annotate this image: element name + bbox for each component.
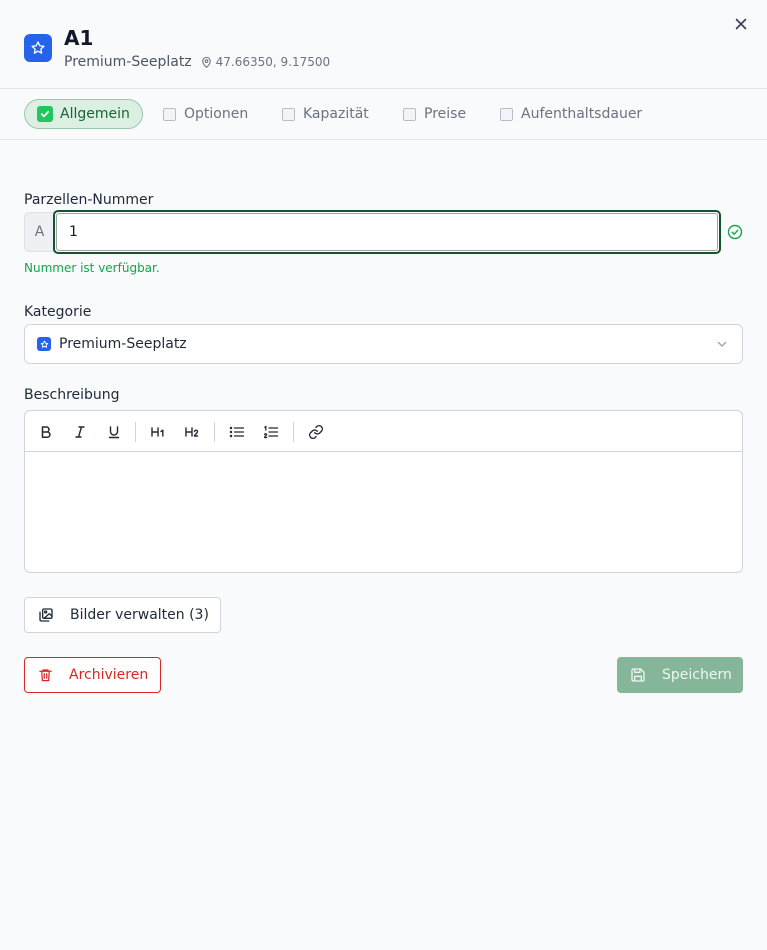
toolbar-divider [293, 422, 294, 442]
number-input[interactable]: 1 [53, 210, 721, 254]
close-icon [735, 18, 747, 30]
italic-button[interactable] [69, 421, 91, 443]
tab-label: Optionen [184, 106, 249, 122]
close-button[interactable] [731, 14, 751, 34]
checkbox-empty-icon [282, 107, 295, 121]
save-button[interactable]: Speichern [617, 657, 743, 693]
coordinates: 47.66350, 9.17500 [200, 55, 331, 69]
subtitle: Premium-Seeplatz 47.66350, 9.17500 [64, 54, 330, 70]
checkbox-empty-icon [403, 107, 416, 121]
manage-images-button[interactable]: Bilder verwalten (3) [24, 597, 221, 633]
number-label: Parzellen-Nummer [24, 192, 154, 208]
tab-optionen[interactable]: Optionen [151, 99, 260, 129]
category-label: Kategorie [24, 304, 92, 320]
toolbar-divider [214, 422, 215, 442]
link-button[interactable] [305, 421, 327, 443]
description-editor [24, 410, 743, 573]
star-icon [37, 337, 51, 351]
tab-bar: Allgemein Optionen Kapazität Preise Aufe… [0, 89, 767, 140]
toolbar-divider [135, 422, 136, 442]
underline-icon [108, 426, 120, 439]
checkbox-empty-icon [500, 107, 513, 121]
bullet-list-icon [229, 426, 245, 438]
bold-button[interactable] [35, 421, 57, 443]
tab-preise[interactable]: Preise [391, 99, 478, 129]
check-icon [37, 106, 53, 122]
bullet-list-button[interactable] [226, 421, 248, 443]
ordered-list-button[interactable] [260, 421, 282, 443]
number-availability-text: Nummer ist verfügbar. [24, 261, 160, 275]
archive-label: Archivieren [69, 667, 149, 683]
star-icon [31, 41, 45, 54]
save-label: Speichern [662, 667, 732, 683]
tab-label: Allgemein [60, 106, 130, 122]
map-pin-icon [201, 56, 211, 68]
link-icon [309, 425, 323, 439]
category-badge [24, 34, 52, 62]
heading-2-button[interactable] [181, 421, 203, 443]
tab-allgemein[interactable]: Allgemein [24, 99, 143, 129]
bold-icon [41, 426, 51, 438]
description-textarea[interactable] [25, 452, 742, 572]
manage-images-label: Bilder verwalten (3) [70, 607, 209, 623]
tab-label: Aufenthaltsdauer [521, 106, 643, 122]
dialog-header: A1 Premium-Seeplatz 47.66350, 9.17500 [0, 0, 767, 89]
tab-label: Preise [424, 106, 467, 122]
category-select[interactable]: Premium-Seeplatz [24, 324, 743, 364]
heading-1-button[interactable] [147, 421, 169, 443]
page-title: A1 [64, 26, 94, 50]
coordinates-text: 47.66350, 9.17500 [215, 55, 331, 69]
heading-1-icon [151, 427, 164, 437]
tab-aufenthaltsdauer[interactable]: Aufenthaltsdauer [488, 99, 654, 129]
archive-button[interactable]: Archivieren [24, 657, 161, 693]
category-select-value: Premium-Seeplatz [59, 336, 187, 352]
trash-icon [39, 669, 52, 682]
save-icon [631, 668, 645, 682]
ordered-list-icon [263, 425, 279, 439]
underline-button[interactable] [103, 421, 125, 443]
heading-2-icon [185, 427, 199, 437]
description-label: Beschreibung [24, 387, 120, 403]
check-circle-icon [727, 224, 743, 240]
number-prefix: A [24, 212, 54, 252]
checkbox-empty-icon [163, 107, 176, 121]
italic-icon [75, 426, 85, 438]
tab-kapazitaet[interactable]: Kapazität [270, 99, 381, 129]
images-icon [39, 608, 53, 622]
number-value[interactable]: 1 [56, 213, 718, 251]
category-name: Premium-Seeplatz [64, 54, 192, 70]
chevron-down-icon [717, 341, 727, 347]
editor-toolbar [25, 411, 742, 452]
tab-label: Kapazität [303, 106, 369, 122]
